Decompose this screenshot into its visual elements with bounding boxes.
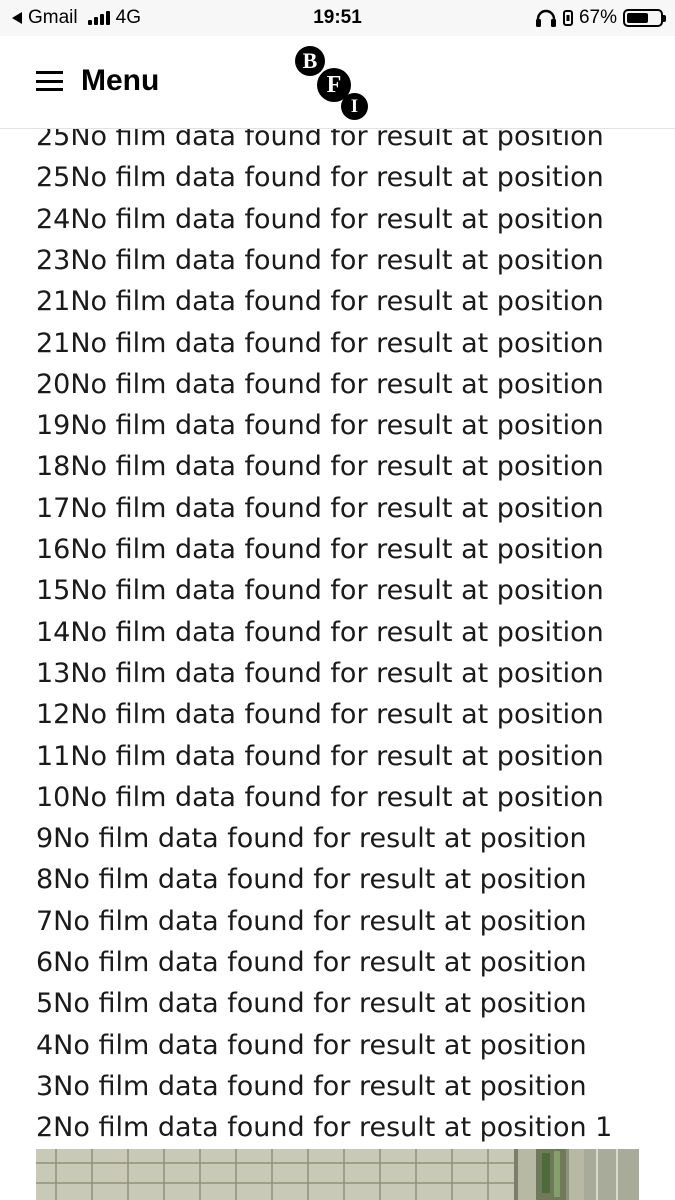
- site-header: Menu B F I: [0, 36, 675, 129]
- result-line: 20No film data found for result at posit…: [36, 368, 604, 400]
- result-line: 18No film data found for result at posit…: [36, 451, 604, 483]
- hamburger-icon: [36, 71, 63, 91]
- result-line: 8No film data found for result at positi…: [36, 864, 587, 896]
- result-line: 17No film data found for result at posit…: [36, 492, 604, 524]
- result-line: 4No film data found for result at positi…: [36, 1029, 587, 1061]
- film-still-image: [36, 1149, 639, 1200]
- results-list: 25No film data found for result at posit…: [0, 0, 675, 1200]
- result-line: 16No film data found for result at posit…: [36, 534, 604, 565]
- logo-letter-i: I: [341, 93, 368, 120]
- result-line: 25No film data found for result at posit…: [36, 162, 604, 194]
- result-line: 13No film data found for result at posit…: [36, 657, 604, 689]
- result-line: 5No film data found for result at positi…: [36, 988, 587, 1020]
- result-line: 14No film data found for result at posit…: [36, 616, 604, 648]
- result-line: 10No film data found for result at posit…: [36, 781, 604, 813]
- result-line: 24No film data found for result at posit…: [36, 203, 604, 235]
- result-line: 2No film data found for result at positi…: [36, 1112, 613, 1144]
- result-line: 9No film data found for result at positi…: [36, 823, 587, 855]
- result-line: 19No film data found for result at posit…: [36, 410, 604, 442]
- bfi-logo[interactable]: B F I: [294, 46, 372, 122]
- result-line: 12No film data found for result at posit…: [36, 699, 604, 731]
- result-line: 21No film data found for result at posit…: [36, 327, 604, 359]
- result-line: 15No film data found for result at posit…: [36, 575, 604, 607]
- result-line: 6No film data found for result at positi…: [36, 947, 587, 978]
- result-line: 3No film data found for result at positi…: [36, 1070, 587, 1102]
- result-line: 11No film data found for result at posit…: [36, 740, 604, 772]
- result-line: 7No film data found for result at positi…: [36, 905, 587, 937]
- film-still-graphic: [36, 1149, 639, 1200]
- logo-letter-b: B: [295, 46, 325, 76]
- menu-label: Menu: [81, 64, 160, 97]
- menu-button[interactable]: Menu: [36, 64, 159, 98]
- result-line: 23No film data found for result at posit…: [36, 244, 604, 276]
- result-line: 21No film data found for result at posit…: [36, 286, 604, 318]
